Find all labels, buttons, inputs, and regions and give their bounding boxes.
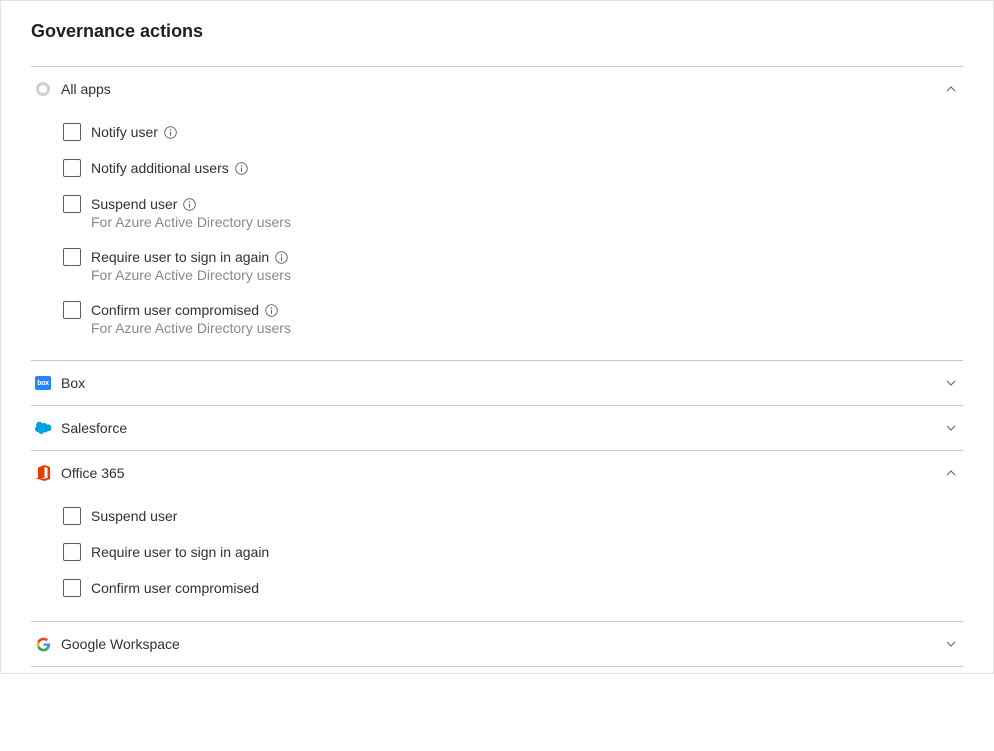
info-icon[interactable] [164, 126, 177, 139]
section-label: Google Workspace [61, 636, 945, 652]
checkbox-notify-additional-users[interactable] [63, 159, 81, 177]
office-365-icon [35, 465, 51, 481]
option-office-confirm-compromised: Confirm user compromised [63, 579, 963, 597]
checkbox-confirm-compromised[interactable] [63, 301, 81, 319]
chevron-down-icon [945, 422, 957, 434]
option-office-suspend-user: Suspend user [63, 507, 963, 525]
option-suspend-user: Suspend user For Azure Active Directory … [63, 195, 963, 230]
chevron-up-icon [945, 83, 957, 95]
option-label: Notify user [91, 123, 158, 141]
option-label: Confirm user compromised [91, 301, 259, 319]
option-label: Confirm user compromised [91, 579, 259, 597]
chevron-up-icon [945, 467, 957, 479]
section-salesforce: Salesforce [31, 406, 963, 451]
option-label: Notify additional users [91, 159, 229, 177]
option-label: Suspend user [91, 507, 177, 525]
section-label: Box [61, 375, 945, 391]
chevron-down-icon [945, 638, 957, 650]
option-subtitle: For Azure Active Directory users [91, 214, 291, 230]
info-icon[interactable] [183, 198, 196, 211]
section-header-box[interactable]: box Box [31, 361, 963, 405]
option-confirm-compromised: Confirm user compromised For Azure Activ… [63, 301, 963, 336]
checkbox-suspend-user[interactable] [63, 195, 81, 213]
all-apps-icon [35, 81, 51, 97]
page-title: Governance actions [31, 21, 963, 42]
governance-panel: Governance actions All apps Notify user [0, 0, 994, 674]
box-icon: box [35, 375, 51, 391]
section-label: Salesforce [61, 420, 945, 436]
option-notify-additional-users: Notify additional users [63, 159, 963, 177]
section-all-apps: All apps Notify user [31, 67, 963, 361]
section-label: All apps [61, 81, 945, 97]
salesforce-icon [35, 420, 51, 436]
section-body-all-apps: Notify user Notify additional users [31, 111, 963, 360]
checkbox-office-require-signin[interactable] [63, 543, 81, 561]
section-header-all-apps[interactable]: All apps [31, 67, 963, 111]
chevron-down-icon [945, 377, 957, 389]
option-label: Suspend user [91, 195, 177, 213]
option-subtitle: For Azure Active Directory users [91, 267, 291, 283]
section-office-365: Office 365 Suspend user Require user to … [31, 451, 963, 622]
section-body-office-365: Suspend user Require user to sign in aga… [31, 495, 963, 621]
section-header-google-workspace[interactable]: Google Workspace [31, 622, 963, 666]
section-header-salesforce[interactable]: Salesforce [31, 406, 963, 450]
google-workspace-icon [35, 636, 51, 652]
info-icon[interactable] [265, 304, 278, 317]
info-icon[interactable] [235, 162, 248, 175]
option-require-signin: Require user to sign in again For Azure … [63, 248, 963, 283]
section-header-office-365[interactable]: Office 365 [31, 451, 963, 495]
section-label: Office 365 [61, 465, 945, 481]
info-icon[interactable] [275, 251, 288, 264]
option-label: Require user to sign in again [91, 543, 269, 561]
option-office-require-signin: Require user to sign in again [63, 543, 963, 561]
option-label: Require user to sign in again [91, 248, 269, 266]
section-box: box Box [31, 361, 963, 406]
checkbox-notify-user[interactable] [63, 123, 81, 141]
checkbox-office-confirm-compromised[interactable] [63, 579, 81, 597]
option-notify-user: Notify user [63, 123, 963, 141]
option-subtitle: For Azure Active Directory users [91, 320, 291, 336]
section-google-workspace: Google Workspace [31, 622, 963, 667]
checkbox-office-suspend-user[interactable] [63, 507, 81, 525]
checkbox-require-signin[interactable] [63, 248, 81, 266]
